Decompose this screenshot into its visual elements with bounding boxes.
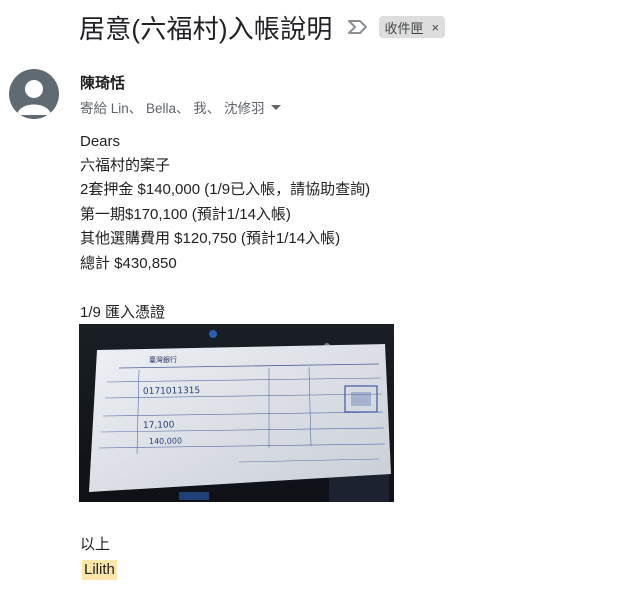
importance-marker-icon[interactable]: [347, 18, 369, 36]
signature: Lilith: [82, 560, 117, 580]
sender-avatar[interactable]: [9, 69, 59, 119]
attachment-caption: 1/9 匯入憑證: [80, 304, 166, 321]
inbox-label-chip: 收件匣 ×: [378, 16, 446, 38]
body-line-total: 總計 $430,850: [80, 255, 177, 272]
remove-label-icon[interactable]: ×: [432, 20, 440, 35]
recipients-list: 寄給 Lin、 Bella、 我、 沈修羽: [80, 101, 265, 116]
body-line-optional-fees: 其他選購費用 $120,750 (預計1/14入帳): [80, 230, 341, 247]
closing-line: 以上: [80, 536, 111, 553]
body-line-deposit: 2套押金 $140,000 (1/9已入帳，請協助查詢): [80, 181, 371, 198]
default-avatar-icon: [9, 69, 59, 119]
receipt-handwritten-amount: 17,100: [143, 420, 175, 431]
sender-name[interactable]: 陳琦恬: [80, 72, 125, 93]
subject-row: 居意(六福村)入帳說明 收件匣 ×: [79, 8, 446, 46]
receipt-bank-name: 臺灣銀行: [149, 355, 177, 364]
body-line-first-payment: 第一期$170,100 (預計1/14入帳): [80, 206, 291, 223]
email-subject: 居意(六福村)入帳說明: [79, 13, 333, 44]
greeting-line: Dears: [80, 133, 121, 150]
label-chip-text: 收件匣: [384, 20, 424, 36]
recipients-row: 寄給 Lin、 Bella、 我、 沈修羽: [80, 97, 281, 117]
chevron-down-icon[interactable]: [270, 104, 281, 110]
remittance-receipt-photo[interactable]: 臺灣銀行 0171011315 17,100 140,000: [79, 324, 394, 502]
receipt-handwritten-account: 0171011315: [143, 386, 200, 397]
body-line-project: 六福村的案子: [80, 157, 171, 174]
receipt-handwritten-total: 140,000: [149, 436, 182, 446]
